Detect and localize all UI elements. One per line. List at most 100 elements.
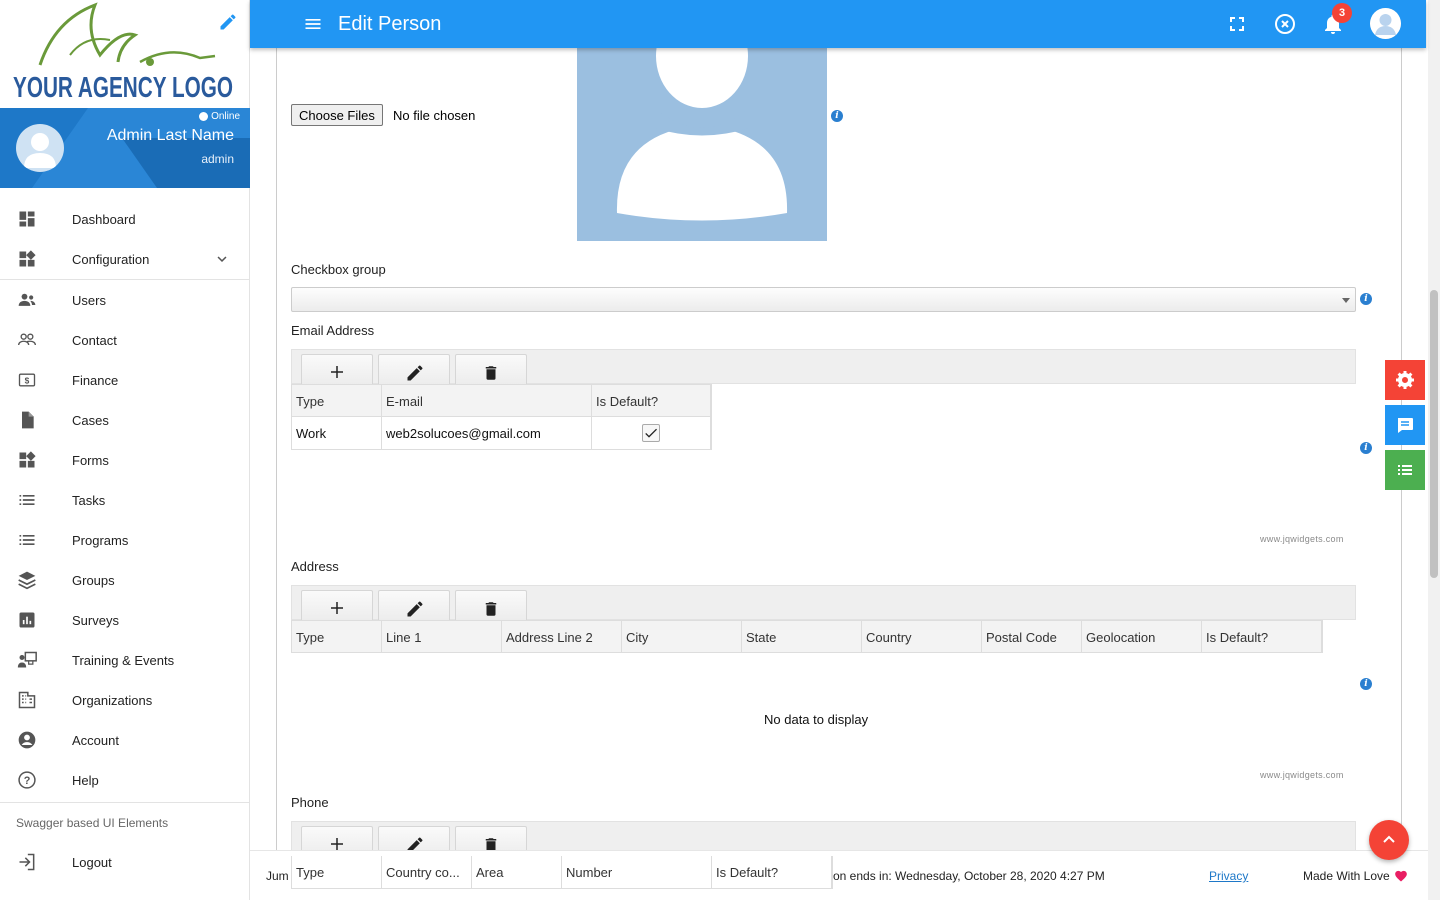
email-info-icon[interactable]: i <box>1360 442 1372 454</box>
choose-files-button[interactable]: Choose Files <box>291 104 383 126</box>
sidebar-item-organizations[interactable]: Organizations <box>0 680 250 720</box>
chat-icon <box>1398 418 1413 433</box>
address-add-button[interactable] <box>301 590 373 621</box>
is-default-checkbox[interactable] <box>642 424 660 442</box>
contact-icon <box>18 333 36 346</box>
logout-button[interactable]: Logout <box>0 842 250 882</box>
logo-text: YOUR AGENCY LOGO <box>13 72 233 104</box>
email-toolbar <box>291 349 1356 385</box>
plus-icon <box>331 602 343 614</box>
checkbox-group-label: Checkbox group <box>291 262 386 277</box>
person-photo-placeholder[interactable] <box>577 48 827 241</box>
sidebar-item-account[interactable]: Account <box>0 720 250 760</box>
sidebar-item-groups[interactable]: Groups <box>0 560 250 600</box>
layers-icon <box>18 571 36 590</box>
page-scrollbar[interactable] <box>1428 0 1440 900</box>
list-panel-button[interactable] <box>1385 450 1425 490</box>
sidebar-item-configuration[interactable]: Configuration <box>0 239 250 279</box>
sidebar-item-dashboard[interactable]: Dashboard <box>0 199 250 239</box>
notification-badge: 3 <box>1332 3 1352 23</box>
users-icon <box>18 293 36 306</box>
header-avatar[interactable] <box>1370 8 1401 39</box>
chevron-down-icon[interactable] <box>213 250 231 268</box>
page-title: Edit Person <box>338 13 442 35</box>
photo-info-icon[interactable]: i <box>831 110 843 122</box>
sidebar-item-finance[interactable]: $ Finance <box>0 360 250 400</box>
sidebar-item-label: Contact <box>72 332 117 348</box>
column-header[interactable]: Geolocation <box>1082 621 1202 652</box>
sidebar-item-help[interactable]: ? Help <box>0 760 250 800</box>
jqwidgets-credit[interactable]: www.jqwidgets.com <box>1260 534 1344 544</box>
sidebar-item-programs[interactable]: Programs <box>0 520 250 560</box>
scrollbar-thumb[interactable] <box>1430 290 1438 578</box>
sidebar-item-tasks[interactable]: Tasks <box>0 480 250 520</box>
column-header[interactable]: City <box>622 621 742 652</box>
column-header[interactable]: E-mail <box>382 385 592 416</box>
column-header[interactable]: State <box>742 621 862 652</box>
address-info-icon[interactable]: i <box>1360 678 1372 690</box>
help-icon: ? <box>18 771 36 789</box>
column-header[interactable]: Country co... <box>382 856 472 888</box>
top-app-bar: Edit Person 3 <box>250 0 1426 48</box>
building-icon <box>18 691 36 709</box>
column-header[interactable]: Number <box>562 856 712 888</box>
sidebar-item-label: Users <box>72 292 106 308</box>
scroll-to-top-button[interactable] <box>1369 820 1409 860</box>
dollar-icon: $ <box>18 373 36 387</box>
footer-left-text: Jum <box>266 869 289 883</box>
jqwidgets-credit[interactable]: www.jqwidgets.com <box>1260 770 1344 780</box>
sidebar-item-training-events[interactable]: Training & Events <box>0 640 250 680</box>
trash-icon <box>485 366 497 380</box>
user-avatar[interactable] <box>16 124 64 172</box>
checkbox-group-dropdown[interactable] <box>291 287 1356 312</box>
table-row[interactable]: Work web2solucoes@gmail.com <box>291 417 712 450</box>
column-header[interactable]: Postal Code <box>982 621 1082 652</box>
column-header[interactable]: Is Default? <box>1202 621 1322 652</box>
edit-logo-pencil-icon[interactable] <box>218 12 238 32</box>
close-circle-icon[interactable] <box>1273 12 1297 36</box>
address-toolbar <box>291 585 1356 621</box>
address-edit-button[interactable] <box>378 590 450 621</box>
settings-button[interactable] <box>1385 360 1425 400</box>
agency-logo[interactable]: YOUR AGENCY LOGO <box>0 0 250 108</box>
column-header[interactable]: Address Line 2 <box>502 621 622 652</box>
is-default-cell <box>592 417 711 449</box>
column-header[interactable]: Line 1 <box>382 621 502 652</box>
svg-text:$: $ <box>25 375 30 385</box>
column-header[interactable]: Is Default? <box>712 856 832 888</box>
sidebar-item-label: Training & Events <box>72 652 175 668</box>
email-address-label: Email Address <box>291 323 375 338</box>
column-header[interactable]: Type <box>292 621 382 652</box>
sidebar-item-cases[interactable]: Cases <box>0 400 250 440</box>
svg-text:?: ? <box>24 775 31 787</box>
chat-button[interactable] <box>1385 405 1425 445</box>
sidebar-item-label: Programs <box>72 532 129 548</box>
column-header[interactable]: Country <box>862 621 982 652</box>
sidebar-item-surveys[interactable]: Surveys <box>0 600 250 640</box>
pencil-icon <box>407 365 423 381</box>
email-add-button[interactable] <box>301 354 373 385</box>
address-delete-button[interactable] <box>455 590 527 621</box>
sidebar-item-label: Help <box>72 772 99 788</box>
sidebar-item-contact[interactable]: Contact <box>0 320 250 360</box>
column-header[interactable]: Area <box>472 856 562 888</box>
email-edit-button[interactable] <box>378 354 450 385</box>
column-header[interactable]: Is Default? <box>592 385 711 416</box>
sidebar-item-forms[interactable]: Forms <box>0 440 250 480</box>
address-grid-header: Type Line 1 Address Line 2 City State Co… <box>291 620 1323 653</box>
file-status: No file chosen <box>393 108 476 123</box>
address-label: Address <box>291 559 339 574</box>
fullscreen-icon[interactable] <box>1225 12 1249 36</box>
list-icon <box>19 535 35 545</box>
menu-icon[interactable] <box>303 14 323 34</box>
sidebar-item-users[interactable]: Users <box>0 280 250 320</box>
sidebar-item-label: Dashboard <box>72 211 136 227</box>
column-header[interactable]: Type <box>292 385 382 416</box>
caret-down-icon <box>1342 298 1350 303</box>
privacy-link[interactable]: Privacy <box>1209 869 1248 883</box>
column-header[interactable]: Type <box>292 856 382 888</box>
email-delete-button[interactable] <box>455 354 527 385</box>
sidebar-item-label: Forms <box>72 452 109 468</box>
checkbox-group-info-icon[interactable]: i <box>1360 293 1372 305</box>
widgets-icon <box>19 451 36 468</box>
